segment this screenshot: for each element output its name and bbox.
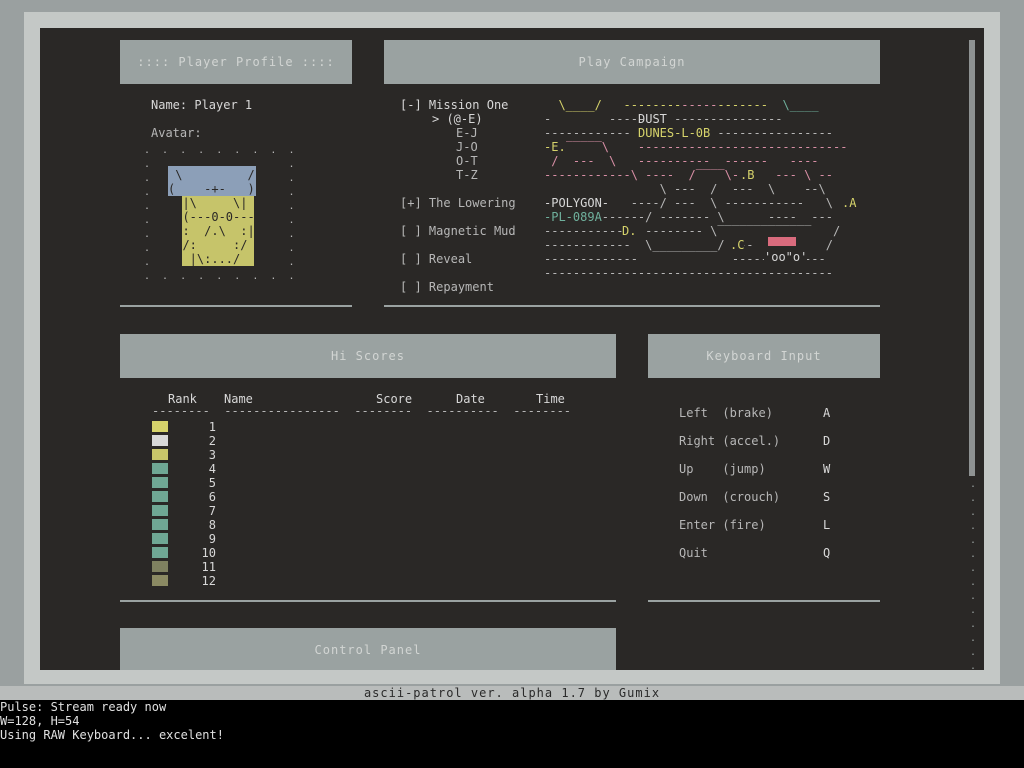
mission-marker: [ ] bbox=[400, 224, 422, 238]
mission-reveal[interactable]: [ ] Reveal bbox=[400, 252, 472, 266]
keyboard-divider bbox=[648, 600, 880, 602]
mission-one[interactable]: [-] Mission One bbox=[400, 98, 508, 112]
map-label-dust: DUST bbox=[638, 112, 667, 126]
map-label-polygon: -POLYGON- bbox=[544, 196, 610, 210]
keybinding-action: Down (crouch) bbox=[679, 490, 781, 504]
control-panel-header[interactable]: Control Panel bbox=[120, 628, 616, 670]
rank-color-swatch bbox=[152, 519, 168, 530]
score-rank: 10 bbox=[201, 546, 216, 560]
map-label-dunes: DUNES-L-0B bbox=[638, 126, 711, 140]
score-rank: 2 bbox=[208, 434, 216, 448]
score-rank: 7 bbox=[208, 504, 216, 518]
profile-divider bbox=[120, 305, 352, 307]
terminal-line: W=128, H=54 bbox=[0, 714, 80, 728]
terminal-line: Using RAW Keyboard... excelent! bbox=[0, 728, 224, 742]
score-rank: 8 bbox=[208, 518, 216, 532]
score-rank: 11 bbox=[201, 560, 216, 574]
player-name-value[interactable]: Player 1 bbox=[194, 98, 252, 112]
rank-color-swatch bbox=[152, 435, 168, 446]
sub-item-2[interactable]: E-J bbox=[456, 126, 478, 140]
map-label-pl: -PL-089A bbox=[544, 210, 602, 224]
sub-item-3[interactable]: J-O bbox=[456, 140, 478, 154]
campaign-divider bbox=[384, 305, 880, 307]
map-label-b: .B bbox=[740, 168, 755, 182]
score-rank: 4 bbox=[208, 462, 216, 476]
map-label-c: .C bbox=[730, 238, 745, 252]
mission-one-label: Mission One bbox=[428, 98, 509, 112]
mission-repayment[interactable]: [ ] Repayment bbox=[400, 280, 494, 294]
patrol-car-icon bbox=[768, 237, 796, 246]
rank-color-swatch bbox=[152, 533, 168, 544]
mission-marker: [+] bbox=[400, 196, 422, 210]
name-label: Name: Player 1 bbox=[151, 98, 252, 112]
car-wheels-icon: 'oo"o' bbox=[764, 250, 808, 264]
game-screen: :::: Player Profile :::: Name: Player 1 … bbox=[40, 28, 984, 670]
rank-color-swatch bbox=[152, 505, 168, 516]
rank-color-swatch bbox=[152, 463, 168, 474]
rank-color-swatch bbox=[152, 449, 168, 460]
score-rank: 3 bbox=[208, 448, 216, 462]
sub-item-5[interactable]: T-Z bbox=[456, 168, 478, 182]
hi-scores-header: Hi Scores bbox=[120, 334, 616, 378]
rank-color-swatch bbox=[152, 421, 168, 432]
mission-marker: [ ] bbox=[400, 252, 422, 266]
hi-scores-divider bbox=[120, 600, 616, 602]
mission-the-lowering[interactable]: [+] The Lowering bbox=[400, 196, 516, 210]
mission-label: Magnetic Mud bbox=[428, 224, 516, 238]
keybinding-action: Enter (fire) bbox=[679, 518, 766, 532]
player-profile-header: :::: Player Profile :::: bbox=[120, 40, 352, 84]
mission-magnetic-mud[interactable]: [ ] Magnetic Mud bbox=[400, 224, 516, 238]
avatar-label: Avatar: bbox=[151, 126, 202, 140]
rank-color-swatch bbox=[152, 547, 168, 558]
rank-color-swatch bbox=[152, 575, 168, 586]
keybinding-key: A bbox=[823, 406, 831, 420]
mission-label: Repayment bbox=[428, 280, 494, 294]
keybinding-key: S bbox=[823, 490, 831, 504]
score-rank: 12 bbox=[201, 574, 216, 588]
keybinding-key: D bbox=[823, 434, 831, 448]
keybinding-action: Up (jump) bbox=[679, 462, 766, 476]
play-campaign-header: Play Campaign bbox=[384, 40, 880, 84]
keyboard-input-header: Keyboard Input bbox=[648, 334, 880, 378]
keybinding-key: Q bbox=[823, 546, 831, 560]
rank-color-swatch bbox=[152, 491, 168, 502]
keybinding-action: Quit bbox=[679, 546, 708, 560]
keybinding-key: W bbox=[823, 462, 831, 476]
scrollbar-thumb[interactable] bbox=[969, 40, 975, 476]
keybinding-action: Left (brake) bbox=[679, 406, 773, 420]
mission-label: Reveal bbox=[428, 252, 473, 266]
map-label-a: .A bbox=[842, 196, 857, 210]
score-rank: 5 bbox=[208, 476, 216, 490]
sub-item-4[interactable]: O-T bbox=[456, 154, 478, 168]
score-rank: 1 bbox=[208, 420, 216, 434]
rank-color-swatch bbox=[152, 561, 168, 572]
terminal-log: Pulse: Stream ready now W=128, H=54 Usin… bbox=[0, 700, 1024, 768]
name-label-text: Name: bbox=[151, 98, 188, 112]
scrollbar-track-dots[interactable]: . . . . . . . . . . . . . . bbox=[970, 478, 976, 670]
footer-version: ascii-patrol ver. alpha 1.7 by Gumix bbox=[0, 686, 1024, 700]
map-label-e: -E. bbox=[544, 140, 566, 154]
header-underline: -------- ---------------- -------- -----… bbox=[152, 404, 572, 418]
terminal-line: Pulse: Stream ready now bbox=[0, 700, 167, 714]
mission-marker: [ ] bbox=[400, 280, 422, 294]
mission-label: The Lowering bbox=[428, 196, 516, 210]
map-label-d: D. bbox=[622, 224, 637, 238]
avatar-art: \ / ( -+- ) ||\ \| |(---0-0---) |: /.\ :… bbox=[168, 168, 262, 266]
sub-item-1[interactable]: > (@-E) bbox=[432, 112, 483, 126]
score-rank: 6 bbox=[208, 490, 216, 504]
mission-one-marker: [-] bbox=[400, 98, 422, 112]
keybinding-key: L bbox=[823, 518, 831, 532]
keybinding-action: Right (accel.) bbox=[679, 434, 781, 448]
score-rank: 9 bbox=[208, 532, 216, 546]
rank-color-swatch bbox=[152, 477, 168, 488]
